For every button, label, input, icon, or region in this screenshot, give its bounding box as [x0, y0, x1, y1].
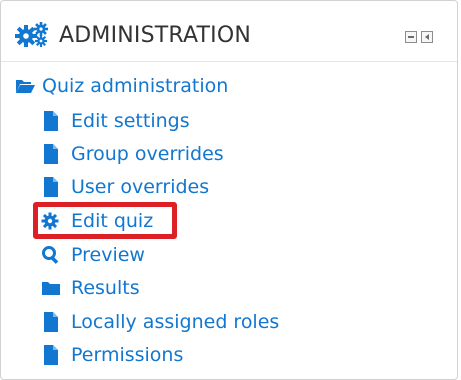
tree-item-results[interactable]: Results — [41, 274, 140, 302]
magnifier-icon — [41, 244, 61, 266]
hide-block-button[interactable] — [405, 31, 417, 43]
dock-block-button[interactable] — [421, 31, 433, 43]
tree-item-label: Group overrides — [71, 143, 224, 165]
tree-item-label: Results — [71, 277, 140, 299]
tree-item-locally-assigned-roles[interactable]: Locally assigned roles — [41, 308, 279, 336]
tree-item-label: Locally assigned roles — [71, 311, 280, 333]
file-icon — [41, 311, 61, 333]
tree-item-label: Quiz administration — [42, 75, 229, 97]
tree-item-label: Permissions — [71, 344, 184, 366]
folder-open-icon — [15, 75, 35, 97]
tree-item-label: Edit quiz — [71, 210, 154, 232]
tree-item-permissions[interactable]: Permissions — [41, 341, 183, 369]
tree-item-edit-quiz[interactable]: Edit quiz — [41, 207, 153, 235]
gears-icon — [15, 21, 49, 47]
gear-icon — [41, 210, 61, 232]
tree-item-label: Edit settings — [71, 110, 190, 132]
file-icon — [41, 176, 61, 198]
tree-item-edit-settings[interactable]: Edit settings — [41, 107, 190, 135]
file-icon — [41, 143, 61, 165]
folder-icon — [41, 277, 61, 299]
block-title: ADMINISTRATION — [59, 23, 252, 48]
tree-item-quiz-administration[interactable]: Quiz administration — [15, 72, 228, 100]
tree-item-preview[interactable]: Preview — [41, 241, 145, 269]
tree-item-label: User overrides — [71, 176, 210, 198]
tree-item-group-overrides[interactable]: Group overrides — [41, 140, 224, 168]
file-icon — [41, 344, 61, 366]
administration-block: ADMINISTRATION Quiz administration Edit … — [0, 0, 458, 380]
tree-item-user-overrides[interactable]: User overrides — [41, 173, 209, 201]
file-icon — [41, 110, 61, 132]
block-header: ADMINISTRATION — [1, 1, 457, 62]
tree-item-label: Preview — [71, 244, 145, 266]
